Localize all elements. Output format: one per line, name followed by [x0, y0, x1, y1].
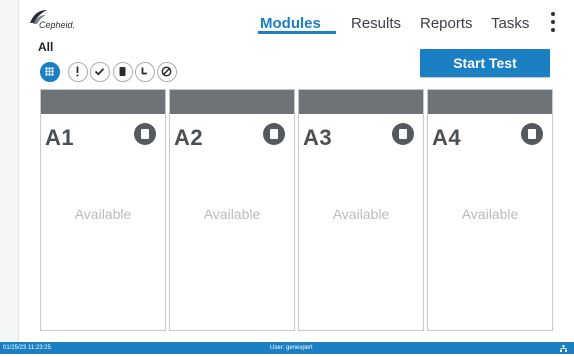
cartridge-icon [392, 123, 414, 145]
module-card-header [41, 90, 165, 114]
disabled-icon[interactable] [157, 62, 177, 82]
module-card-a4[interactable]: A4 Available [427, 89, 553, 331]
tab-modules[interactable]: Modules [260, 15, 321, 32]
active-tab-indicator [258, 31, 336, 34]
module-id: A1 [45, 125, 75, 150]
tab-tasks[interactable]: Tasks [491, 15, 529, 32]
module-status: Available [461, 206, 519, 222]
module-card-a1[interactable]: A1 Available [40, 89, 166, 331]
module-id: A2 [174, 125, 204, 150]
network-icon [560, 345, 567, 357]
module-id: A4 [432, 125, 462, 150]
module-status: Available [332, 206, 390, 222]
cartridge-icon [263, 123, 285, 145]
tab-reports[interactable]: Reports [420, 15, 473, 32]
clock-icon[interactable] [135, 62, 155, 82]
status-bar: 01/25/23 11:23:25 User: genexpert [0, 342, 574, 354]
module-id: A3 [303, 125, 333, 150]
left-gutter [0, 0, 19, 342]
cartridge-icon [521, 123, 543, 145]
cepheid-logo: Cepheid. [28, 9, 88, 33]
module-card-header [299, 90, 423, 114]
module-status: Available [74, 206, 132, 222]
start-test-button[interactable]: Start Test [420, 49, 550, 77]
status-user: User: genexpert [270, 345, 313, 351]
cartridge-icon [134, 123, 156, 145]
module-card-header [428, 90, 552, 114]
filter-title: All [38, 40, 54, 54]
tab-results[interactable]: Results [351, 15, 401, 32]
module-status: Available [203, 206, 261, 222]
status-datetime: 01/25/23 11:23:25 [3, 345, 51, 351]
all-grid-icon[interactable] [40, 62, 60, 82]
more-vertical-icon[interactable] [548, 10, 558, 34]
module-card-a3[interactable]: A3 Available [298, 89, 424, 331]
module-card-header [170, 90, 294, 114]
alert-icon[interactable] [68, 62, 88, 82]
cartridge-icon[interactable] [113, 62, 133, 82]
module-card-a2[interactable]: A2 Available [169, 89, 295, 331]
header: Cepheid. Modules Results Reports Tasks [18, 0, 574, 40]
logo-text: Cepheid. [39, 20, 76, 30]
check-icon[interactable] [90, 62, 110, 82]
